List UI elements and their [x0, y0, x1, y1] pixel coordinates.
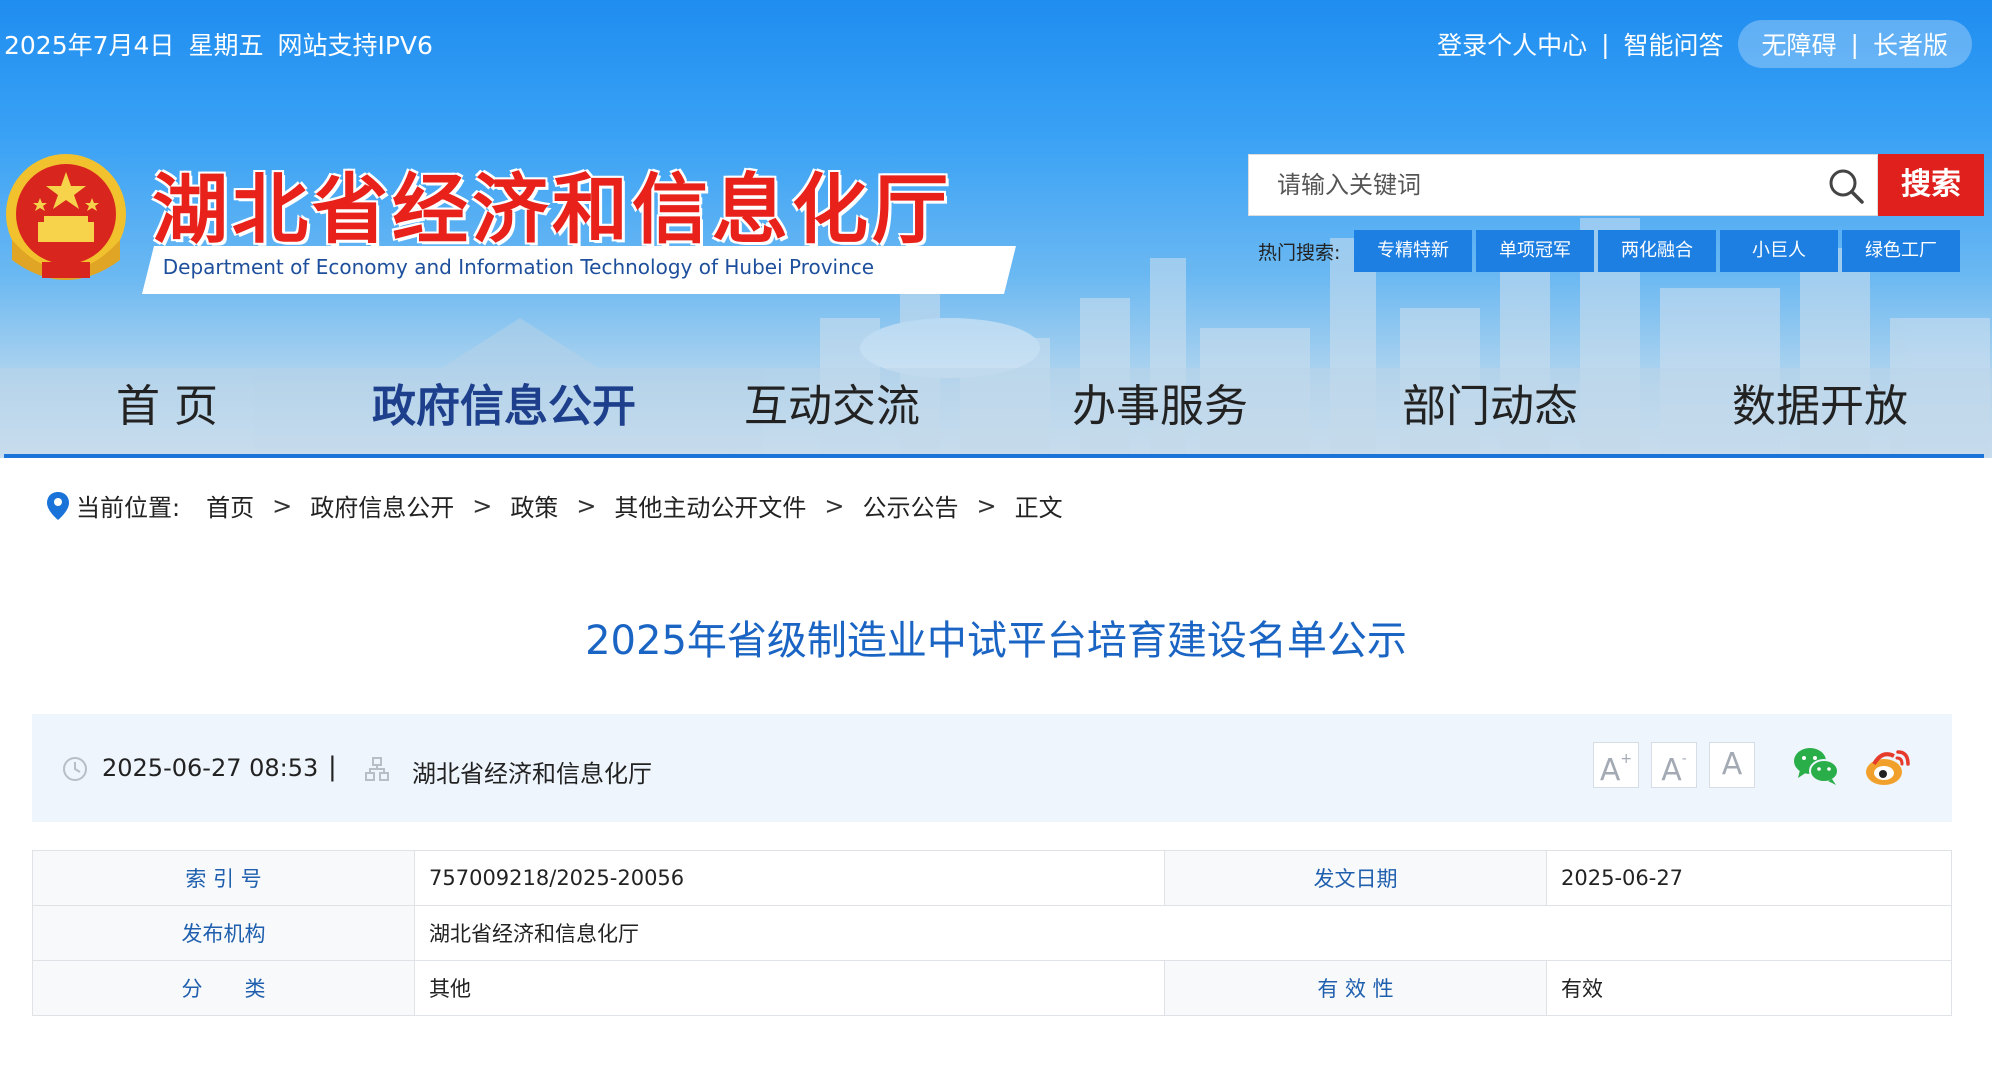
breadcrumb-item[interactable]: 政府信息公开 — [310, 488, 454, 523]
location-pin-icon — [47, 491, 69, 520]
font-size-default-button[interactable]: A — [1709, 742, 1755, 788]
issue-date-label: 发文日期 — [1164, 850, 1547, 906]
weibo-icon[interactable] — [1864, 744, 1912, 788]
nav-home[interactable]: 首 页 — [116, 370, 218, 434]
breadcrumb: 当前位置: 首页 > 政府信息公开 > 政策 > 其他主动公开文件 > 公示公告… — [46, 488, 1063, 523]
search-box — [1248, 154, 1878, 216]
hot-tag[interactable]: 专精特新 — [1354, 230, 1472, 272]
table-row: 发布机构 湖北省经济和信息化厅 — [32, 905, 1952, 961]
hot-tag[interactable]: 小巨人 — [1720, 230, 1838, 272]
table-row: 分 类 其他 有 效 性 有效 — [32, 960, 1952, 1016]
current-date: 2025年7月4日 — [4, 31, 175, 60]
search-button[interactable]: 搜索 — [1878, 154, 1984, 216]
main-nav: 首 页 政府信息公开 互动交流 办事服务 部门动态 数据开放 — [0, 370, 1992, 442]
breadcrumb-label: 当前位置: — [76, 494, 181, 522]
topbar-links: 登录个人中心 | 智能问答 无障碍 | 长者版 — [1437, 20, 1972, 68]
breadcrumb-arrow: > — [472, 491, 493, 520]
font-size-default-label: A — [1721, 747, 1743, 782]
weekday: 星期五 — [188, 31, 264, 60]
breadcrumb-arrow: > — [272, 491, 293, 520]
index-value: 757009218/2025-20056 — [414, 850, 1165, 906]
site-branding: Department of Economy and Information Te… — [128, 148, 1016, 294]
article-meta-bar: 2025-06-27 08:53 | 湖北省经济和信息化厅 A+ A- A — [32, 714, 1952, 822]
site-title[interactable]: 湖北省经济和信息化厅 — [152, 148, 952, 258]
publisher: 湖北省经济和信息化厅 — [412, 760, 652, 788]
font-size-small-label: A — [1661, 753, 1682, 788]
hot-tag[interactable]: 绿色工厂 — [1842, 230, 1960, 272]
separator: | — [1601, 29, 1610, 59]
breadcrumb-item-current: 正文 — [1014, 494, 1063, 522]
category-label: 分 类 — [32, 960, 415, 1016]
font-size-small-button[interactable]: A- — [1651, 742, 1697, 788]
site-subtitle: Department of Economy and Information Te… — [162, 255, 875, 279]
site-subtitle-ribbon: Department of Economy and Information Te… — [142, 246, 1016, 294]
publisher-value: 湖北省经济和信息化厅 — [414, 905, 1952, 961]
nav-department-news[interactable]: 部门动态 — [1402, 370, 1578, 434]
login-link[interactable]: 登录个人中心 — [1437, 26, 1587, 62]
wechat-icon[interactable] — [1792, 744, 1840, 788]
elder-mode-link[interactable]: 长者版 — [1873, 26, 1948, 62]
org-icon — [365, 757, 389, 781]
search-input[interactable] — [1249, 155, 1809, 215]
hot-search-label: 热门搜索: — [1258, 242, 1341, 264]
emblem-icon[interactable] — [2, 150, 130, 288]
site-header: 2025年7月4日 星期五 网站支持IPV6 登录个人中心 | 智能问答 无障碍 |… — [0, 0, 1992, 458]
nav-open-data[interactable]: 数据开放 — [1732, 370, 1908, 434]
nav-interaction[interactable]: 互动交流 — [744, 370, 920, 434]
breadcrumb-item[interactable]: 首页 — [206, 488, 254, 523]
issue-date-value: 2025-06-27 — [1546, 850, 1952, 906]
breadcrumb-arrow: > — [976, 491, 997, 520]
hot-search-tags: 专精特新 单项冠军 两化融合 小巨人 绿色工厂 — [1354, 230, 1964, 272]
publish-datetime: 2025-06-27 08:53 — [102, 754, 319, 782]
breadcrumb-item[interactable]: 公示公告 — [863, 488, 959, 523]
nav-services[interactable]: 办事服务 — [1072, 370, 1248, 434]
table-row: 索 引 号 757009218/2025-20056 发文日期 2025-06-… — [32, 850, 1952, 906]
hot-tag[interactable]: 单项冠军 — [1476, 230, 1594, 272]
validity-label: 有 效 性 — [1164, 960, 1547, 1016]
smart-qa-link[interactable]: 智能问答 — [1624, 26, 1724, 62]
publisher-label: 发布机构 — [32, 905, 415, 961]
breadcrumb-item[interactable]: 政策 — [510, 488, 558, 523]
search-icon[interactable] — [1827, 167, 1865, 205]
separator: | — [1850, 29, 1859, 59]
hot-tag[interactable]: 两化融合 — [1598, 230, 1716, 272]
breadcrumb-arrow: > — [576, 491, 597, 520]
font-size-large-label: A — [1599, 753, 1621, 788]
breadcrumb-arrow: > — [824, 491, 845, 520]
article-title: 2025年省级制造业中试平台培育建设名单公示 — [585, 618, 1407, 664]
font-size-large-button[interactable]: A+ — [1593, 742, 1639, 788]
accessibility-link[interactable]: 无障碍 — [1762, 26, 1837, 62]
topbar-date-info: 2025年7月4日 星期五 网站支持IPV6 — [4, 26, 447, 62]
index-label: 索 引 号 — [32, 850, 415, 906]
accessibility-pill: 无障碍 | 长者版 — [1737, 20, 1972, 68]
clock-icon — [63, 757, 87, 781]
document-info-table: 索 引 号 757009218/2025-20056 发文日期 2025-06-… — [32, 850, 1952, 1016]
breadcrumb-item[interactable]: 其他主动公开文件 — [614, 488, 806, 523]
ipv6-notice: 网站支持IPV6 — [277, 31, 433, 60]
validity-value: 有效 — [1546, 960, 1952, 1016]
nav-gov-info[interactable]: 政府信息公开 — [372, 370, 636, 434]
category-value: 其他 — [414, 960, 1165, 1016]
nav-underline — [4, 454, 1984, 458]
meta-divider: | — [328, 752, 337, 782]
